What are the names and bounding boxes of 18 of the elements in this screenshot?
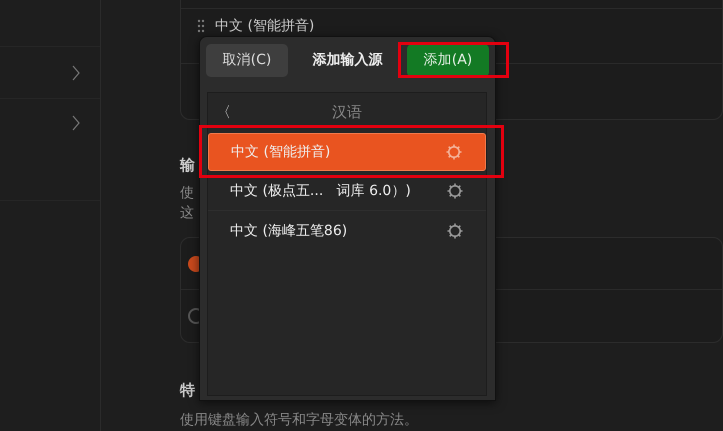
section-description: 使 xyxy=(180,184,194,203)
source-item[interactable]: 中文 (海峰五笔86) xyxy=(208,211,486,250)
section-description: 使用键盘输入符号和字母变体的方法。 xyxy=(180,411,418,430)
chevron-right-icon xyxy=(72,64,80,80)
drag-handle-icon[interactable] xyxy=(197,19,205,33)
source-item[interactable]: 中文 (极点五... 词库 6.0）) xyxy=(208,171,486,211)
gear-icon[interactable] xyxy=(446,222,464,240)
dialog-title: 添加输入源 xyxy=(312,51,382,69)
chevron-right-icon xyxy=(72,115,80,131)
gear-icon[interactable] xyxy=(446,182,464,200)
cancel-button[interactable]: 取消(C) xyxy=(206,44,288,76)
section-heading: 输 xyxy=(180,156,196,175)
back-button[interactable]: 〈 xyxy=(216,102,231,122)
input-source-label: 中文 (智能拼音) xyxy=(215,17,314,35)
section-description: 这 xyxy=(180,204,194,223)
add-button[interactable]: 添加(A) xyxy=(407,44,489,76)
section-heading: 特 xyxy=(180,381,196,400)
language-title: 汉语 xyxy=(332,102,362,120)
